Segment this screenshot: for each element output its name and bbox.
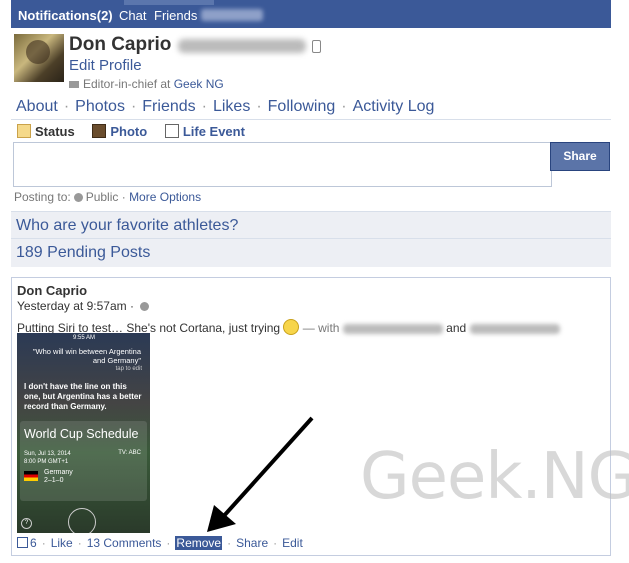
annotation-arrow (207, 416, 314, 532)
